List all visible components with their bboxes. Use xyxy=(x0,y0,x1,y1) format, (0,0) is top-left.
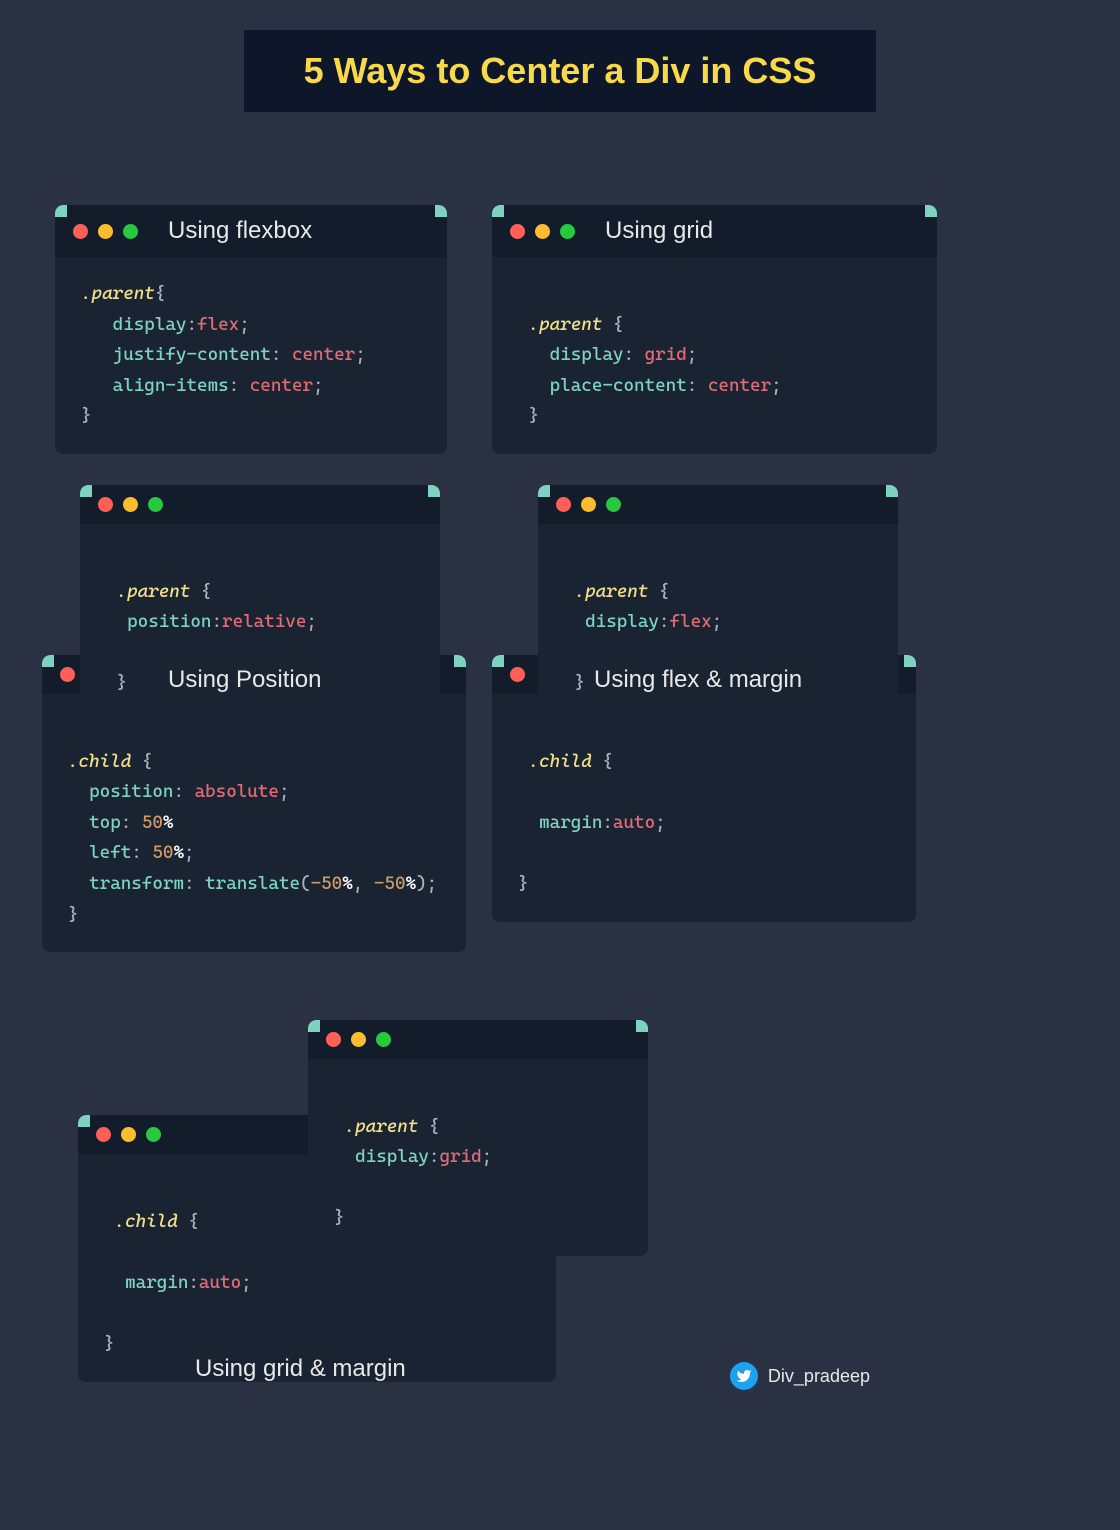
window-title: Using flexbox xyxy=(168,217,312,245)
maximize-dot-icon xyxy=(376,1032,391,1047)
maximize-dot-icon xyxy=(606,497,621,512)
twitter-handle[interactable]: Div_pradeep xyxy=(768,1366,870,1387)
maximize-dot-icon xyxy=(146,1127,161,1142)
minimize-dot-icon xyxy=(121,1127,136,1142)
code-block: .child { margin:auto; } xyxy=(492,694,916,922)
window-header xyxy=(80,485,440,524)
code-block: .parent { display: grid; place-content: … xyxy=(492,257,937,454)
corner-decoration xyxy=(454,655,466,667)
close-dot-icon xyxy=(556,497,571,512)
corner-decoration xyxy=(435,205,447,217)
minimize-dot-icon xyxy=(535,224,550,239)
window-title-gridmargin: Using grid & margin xyxy=(195,1355,406,1383)
page-title: 5 Ways to Center a Div in CSS xyxy=(244,30,877,112)
corner-decoration xyxy=(886,485,898,497)
window-header: Using flexbox xyxy=(55,205,447,257)
maximize-dot-icon xyxy=(560,224,575,239)
code-block: .parent{ display:flex; justify-content: … xyxy=(55,257,447,454)
corner-decoration xyxy=(308,1020,320,1032)
close-dot-icon xyxy=(326,1032,341,1047)
code-window-grid: Using grid .parent { display: grid; plac… xyxy=(492,205,937,454)
close-dot-icon xyxy=(60,667,75,682)
minimize-dot-icon xyxy=(351,1032,366,1047)
corner-decoration xyxy=(428,485,440,497)
minimize-dot-icon xyxy=(581,497,596,512)
code-window-flexbox: Using flexbox .parent{ display:flex; jus… xyxy=(55,205,447,454)
code-block: .parent { display:grid; } xyxy=(308,1059,648,1256)
close-dot-icon xyxy=(73,224,88,239)
maximize-dot-icon xyxy=(148,497,163,512)
corner-decoration xyxy=(636,1020,648,1032)
corner-decoration xyxy=(925,205,937,217)
corner-decoration xyxy=(55,205,67,217)
window-title-flexmargin: Using flex & margin xyxy=(594,666,802,694)
code-block: .child { position: absolute; top: 50% le… xyxy=(42,694,466,952)
code-window-gridmargin-parent: .parent { display:grid; } xyxy=(308,1020,648,1256)
window-header xyxy=(538,485,898,524)
close-dot-icon xyxy=(96,1127,111,1142)
corner-decoration xyxy=(80,485,92,497)
corner-decoration xyxy=(492,205,504,217)
maximize-dot-icon xyxy=(123,224,138,239)
corner-decoration xyxy=(42,655,54,667)
window-header: Using grid xyxy=(492,205,937,257)
close-dot-icon xyxy=(98,497,113,512)
corner-decoration xyxy=(538,485,550,497)
window-title: Using grid xyxy=(605,217,713,245)
window-title-position: Using Position xyxy=(168,666,321,694)
corner-decoration xyxy=(904,655,916,667)
minimize-dot-icon xyxy=(123,497,138,512)
close-dot-icon xyxy=(510,667,525,682)
twitter-icon[interactable] xyxy=(730,1362,758,1390)
footer-credit: Div_pradeep xyxy=(730,1362,870,1390)
corner-decoration xyxy=(78,1115,90,1127)
window-header xyxy=(308,1020,648,1059)
close-dot-icon xyxy=(510,224,525,239)
corner-decoration xyxy=(492,655,504,667)
minimize-dot-icon xyxy=(98,224,113,239)
